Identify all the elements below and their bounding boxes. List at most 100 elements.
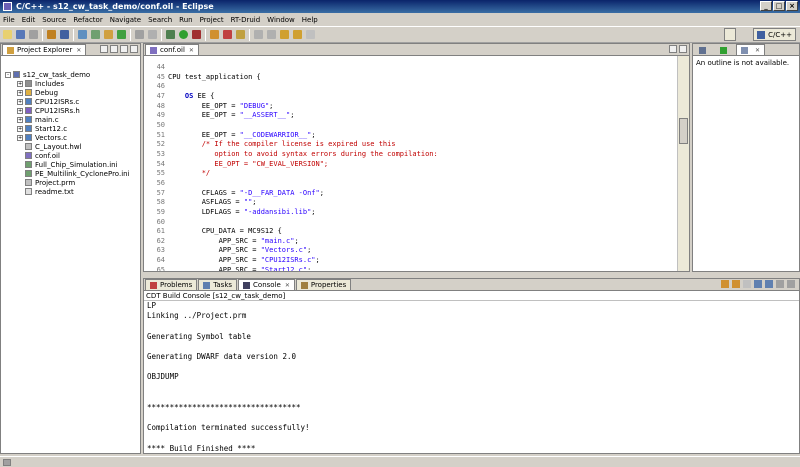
open-console-icon[interactable]	[765, 280, 773, 288]
new-folder-icon[interactable]	[104, 30, 113, 39]
text-file-icon	[25, 188, 32, 195]
menu-item-window[interactable]: Window	[267, 16, 295, 24]
collapse-icon[interactable]: -	[5, 71, 11, 78]
maximize-view-icon[interactable]	[787, 280, 795, 288]
menu-item-help[interactable]: Help	[302, 16, 318, 24]
maximize-view-icon[interactable]	[679, 45, 687, 53]
tree-node[interactable]: + Debug	[1, 88, 140, 97]
tab-tasks[interactable]: Tasks	[198, 279, 238, 290]
pin-icon[interactable]	[721, 280, 729, 288]
tree-node[interactable]: + main.c	[1, 115, 140, 124]
expand-icon[interactable]: +	[17, 89, 23, 96]
menu-item-run[interactable]: Run	[179, 16, 192, 24]
forward-icon[interactable]	[306, 30, 315, 39]
scrollbar-thumb[interactable]	[679, 118, 688, 144]
expand-icon[interactable]: +	[17, 98, 23, 105]
link-editor-icon[interactable]	[110, 45, 118, 53]
display-console-icon[interactable]	[754, 280, 762, 288]
tab-project-explorer[interactable]: Project Explorer ✕	[2, 44, 87, 55]
console-output[interactable]: LP Linking ../Project.prm Generating Symbo…	[147, 301, 310, 453]
code-token: EE_OPT = "CW_EVAL_VERSION";	[168, 159, 329, 168]
tree-node[interactable]: readme.txt	[1, 187, 140, 196]
menu-item-refactor[interactable]: Refactor	[73, 16, 102, 24]
tab-outline-active[interactable]: ✕	[736, 44, 766, 55]
clear-console-icon[interactable]	[743, 280, 751, 288]
menu-bar: File Edit Source Refactor Navigate Search Run P…	[0, 13, 800, 26]
tree-node[interactable]: C_Layout.hwl	[1, 142, 140, 151]
tree-node-label: main.c	[35, 115, 59, 124]
minimize-view-icon[interactable]	[776, 280, 784, 288]
fast-view-icon[interactable]	[3, 458, 11, 466]
menu-item-search[interactable]: Search	[148, 16, 172, 24]
build-all-icon[interactable]	[60, 30, 69, 39]
tab-make-targets[interactable]	[715, 44, 735, 55]
new-project-icon[interactable]	[78, 30, 87, 39]
prev-annotation-icon[interactable]	[267, 30, 276, 39]
refresh-icon[interactable]	[117, 30, 126, 39]
build-icon[interactable]	[47, 30, 56, 39]
menu-item-navigate[interactable]: Navigate	[110, 16, 141, 24]
open-type-icon[interactable]	[148, 30, 157, 39]
rt-druid-icon[interactable]	[223, 30, 232, 39]
tree-node[interactable]: conf.oil	[1, 151, 140, 160]
search-icon[interactable]	[135, 30, 144, 39]
tree-node[interactable]: PE_Multilink_CyclonePro.ini	[1, 169, 140, 178]
tab-conf-oil[interactable]: conf.oil ✕	[145, 44, 199, 55]
tree-node[interactable]: + CPU12ISRs.c	[1, 97, 140, 106]
expand-icon[interactable]: +	[17, 125, 23, 132]
print-icon[interactable]	[29, 30, 38, 39]
close-button[interactable]: ×	[786, 1, 798, 11]
tab-console[interactable]: Console ✕	[238, 279, 295, 290]
code-token: ;	[311, 130, 316, 139]
tab-problems[interactable]: Problems	[145, 279, 198, 290]
menu-item-edit[interactable]: Edit	[22, 16, 36, 24]
scroll-lock-icon[interactable]	[732, 280, 740, 288]
expand-icon[interactable]: +	[17, 116, 23, 123]
minimize-button[interactable]: _	[760, 1, 772, 11]
menu-item-file[interactable]: File	[3, 16, 15, 24]
tree-node[interactable]: + Vectors.c	[1, 133, 140, 142]
console-line: Generating Symbol table	[147, 331, 251, 341]
tree-node[interactable]: + Includes	[1, 79, 140, 88]
expand-icon[interactable]: +	[17, 80, 23, 87]
tab-properties[interactable]: Properties	[295, 279, 352, 290]
editor-scrollbar[interactable]	[677, 56, 689, 271]
line-number: 46	[156, 82, 165, 91]
code-token: EE_OPT =	[168, 111, 240, 120]
close-icon[interactable]: ✕	[755, 47, 760, 54]
close-icon[interactable]: ✕	[76, 47, 81, 54]
last-edit-icon[interactable]	[280, 30, 289, 39]
minimize-view-icon[interactable]	[120, 45, 128, 53]
new-class-icon[interactable]	[91, 30, 100, 39]
debug-icon[interactable]	[166, 30, 175, 39]
menu-item-rt-druid[interactable]: RT-Druid	[231, 16, 261, 24]
maximize-button[interactable]: □	[773, 1, 785, 11]
close-icon[interactable]: ✕	[285, 282, 290, 289]
expand-icon[interactable]: +	[17, 134, 23, 141]
open-perspective-button[interactable]	[724, 28, 736, 41]
tree-node[interactable]: + Start12.c	[1, 124, 140, 133]
open-folder-icon[interactable]	[210, 30, 219, 39]
menu-item-project[interactable]: Project	[200, 16, 224, 24]
collapse-all-icon[interactable]	[100, 45, 108, 53]
new-icon[interactable]	[3, 30, 12, 39]
perspective-switcher[interactable]: C/C++	[753, 28, 796, 41]
minimize-view-icon[interactable]	[669, 45, 677, 53]
menu-item-source[interactable]: Source	[42, 16, 66, 24]
save-icon[interactable]	[16, 30, 25, 39]
next-annotation-icon[interactable]	[254, 30, 263, 39]
pencil-icon[interactable]	[236, 30, 245, 39]
maximize-view-icon[interactable]	[130, 45, 138, 53]
tree-node[interactable]: Full_Chip_Simulation.ini	[1, 160, 140, 169]
back-icon[interactable]	[293, 30, 302, 39]
tab-outline[interactable]	[694, 44, 714, 55]
tree-node[interactable]: - s12_cw_task_demo	[1, 70, 140, 79]
code-area[interactable]: 44 45 CPU test_application {46 47 OS EE {48…	[144, 56, 689, 271]
expand-icon[interactable]: +	[17, 107, 23, 114]
close-icon[interactable]: ✕	[189, 47, 194, 54]
tree-node[interactable]: + CPU12ISRs.h	[1, 106, 140, 115]
line-number: 61	[156, 227, 165, 236]
run-icon[interactable]	[179, 30, 188, 39]
tree-node[interactable]: Project.prm	[1, 178, 140, 187]
external-tools-icon[interactable]	[192, 30, 201, 39]
